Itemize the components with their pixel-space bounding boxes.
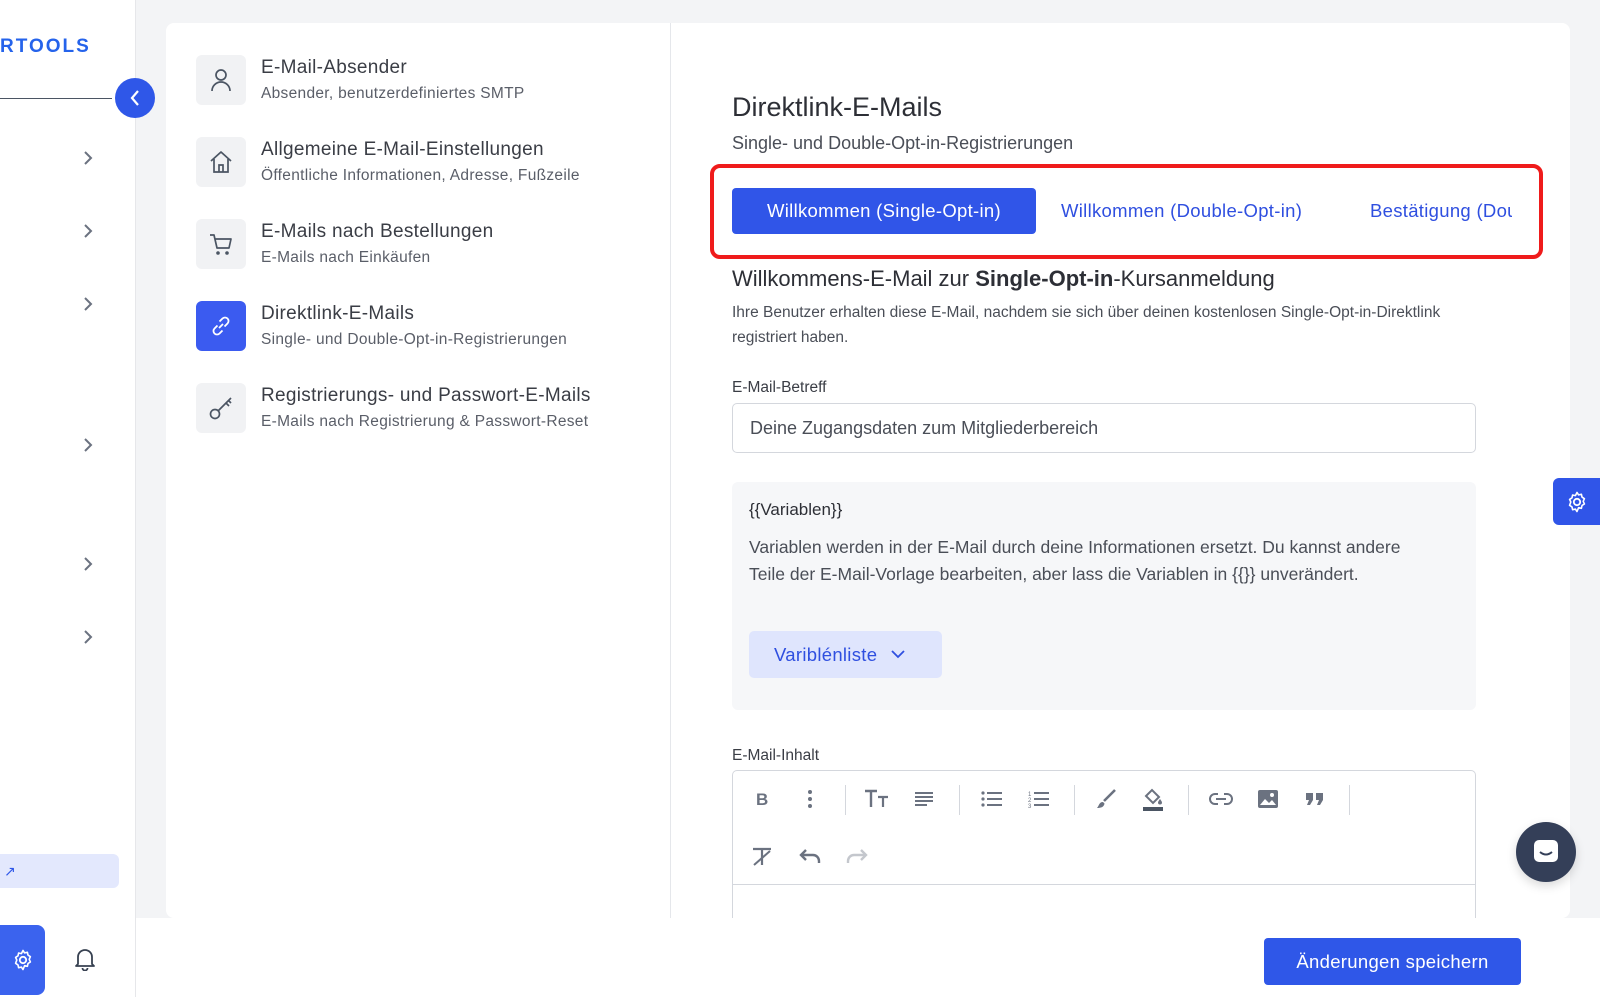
menu-item-subtitle: E-Mails nach Registrierung & Passwort-Re… <box>261 413 589 430</box>
subject-input-value: Deine Zugangsdaten zum Mitgliederbereich <box>750 417 1099 438</box>
editor-toolbar: B 123 <box>733 771 1475 827</box>
menu-item-subtitle: Absender, benutzerdefiniertes SMTP <box>261 85 525 102</box>
menu-item-registration-password-emails[interactable]: Registrierungs- und Passwort-E-Mails E-M… <box>196 383 646 435</box>
variables-list-button[interactable]: Variblénliste <box>749 631 942 678</box>
external-link-icon: ↗ <box>4 862 16 879</box>
menu-item-subtitle: Single- und Double-Opt-in-Registrierunge… <box>261 331 568 348</box>
menu-item-title: Allgemeine E-Mail-Einstellungen <box>261 139 544 160</box>
sidebar: RTOOLS ↗ <box>0 0 136 997</box>
more-vertical-icon[interactable] <box>796 785 824 813</box>
menu-item-general-settings[interactable]: Allgemeine E-Mail-Einstellungen Öffentli… <box>196 137 646 189</box>
menu-item-title: Direktlink-E-Mails <box>261 303 415 324</box>
menu-item-direct-link-emails[interactable]: Direktlink-E-Mails Single- und Double-Op… <box>196 301 646 353</box>
toolbar-separator <box>1074 785 1075 815</box>
sidebar-chevron-right-icon[interactable] <box>80 223 96 239</box>
variables-title: {{Variablen}} <box>749 500 843 519</box>
toolbar-separator <box>845 785 846 815</box>
fill-color-icon[interactable] <box>1139 785 1167 813</box>
tab-confirmation-double-opt-in[interactable]: Bestätigung (Double-Opt-in) <box>1370 188 1512 234</box>
menu-item-title: Registrierungs- und Passwort-E-Mails <box>261 385 591 406</box>
toolbar-separator <box>959 785 960 815</box>
svg-text:B: B <box>756 790 768 808</box>
brush-icon[interactable] <box>1092 785 1120 813</box>
card-divider <box>670 23 671 918</box>
insert-link-icon[interactable] <box>1207 785 1235 813</box>
toolbar-separator <box>1349 785 1350 815</box>
tab-welcome-double-opt-in[interactable]: Willkommen (Double-Opt-in) <box>1061 188 1302 234</box>
numbered-list-icon[interactable]: 123 <box>1025 785 1053 813</box>
brand-logo-text: RTOOLS <box>0 36 91 57</box>
sidebar-chevron-right-icon[interactable] <box>80 296 96 312</box>
body-label: E-Mail-Inhalt <box>732 747 819 764</box>
menu-item-subtitle: Öffentliche Informationen, Adresse, Fußz… <box>261 167 580 184</box>
svg-text:3: 3 <box>1028 804 1032 808</box>
chat-icon <box>1534 840 1558 862</box>
subject-label: E-Mail-Betreff <box>732 379 827 396</box>
page-title: Direktlink-E-Mails <box>732 92 943 122</box>
section-title: Willkommens-E-Mail zur Single-Opt-in-Kur… <box>732 266 1275 291</box>
tab-welcome-single-opt-in[interactable]: Willkommen (Single-Opt-in) <box>732 188 1036 234</box>
bullet-list-icon[interactable] <box>978 785 1006 813</box>
notifications-button[interactable] <box>72 946 98 972</box>
undo-icon[interactable] <box>796 843 824 871</box>
clear-format-icon[interactable] <box>748 843 776 871</box>
sidebar-divider <box>0 98 112 99</box>
variables-list-label: Variblénliste <box>774 643 878 665</box>
toolbar-separator <box>1188 785 1189 815</box>
cart-icon <box>196 219 246 269</box>
redo-icon[interactable] <box>843 843 871 871</box>
menu-item-order-emails[interactable]: E-Mails nach Bestellungen E-Mails nach E… <box>196 219 646 271</box>
menu-item-email-sender[interactable]: E-Mail-Absender Absender, benutzerdefini… <box>196 55 646 107</box>
gear-icon <box>14 949 31 971</box>
sidebar-collapse-button[interactable] <box>115 78 155 118</box>
sidebar-external-link[interactable]: ↗ <box>0 854 119 888</box>
font-size-icon[interactable] <box>863 785 891 813</box>
section-description: Ihre Benutzer erhalten diese E-Mail, nac… <box>732 304 1441 346</box>
align-icon[interactable] <box>910 785 938 813</box>
variables-text: Variablen werden in der E-Mail durch dei… <box>749 537 1401 584</box>
menu-item-title: E-Mails nach Bestellungen <box>261 221 494 242</box>
quote-icon[interactable] <box>1301 785 1329 813</box>
home-icon <box>196 137 246 187</box>
email-body-editor[interactable]: B 123 <box>732 770 1476 918</box>
link-icon <box>196 301 246 351</box>
variables-info-box: {{Variablen}} Variablen werden in der E-… <box>732 482 1476 710</box>
editor-toolbar-row-2 <box>733 829 1475 885</box>
page-subtitle: Single- und Double-Opt-in-Registrierunge… <box>732 133 1074 153</box>
sidebar-chevron-right-icon[interactable] <box>80 629 96 645</box>
gear-icon <box>1568 491 1585 512</box>
floating-settings-button[interactable] <box>1553 478 1600 525</box>
menu-item-subtitle: E-Mails nach Einkäufen <box>261 249 431 266</box>
bold-icon[interactable]: B <box>748 785 776 813</box>
menu-item-title: E-Mail-Absender <box>261 57 407 78</box>
save-changes-button[interactable]: Änderungen speichern <box>1264 938 1521 985</box>
image-icon[interactable] <box>1254 785 1282 813</box>
chat-widget-button[interactable] <box>1516 822 1576 882</box>
sidebar-settings-button[interactable] <box>0 925 45 995</box>
sidebar-chevron-right-icon[interactable] <box>80 150 96 166</box>
chevron-down-icon <box>891 650 905 659</box>
bell-icon <box>75 949 95 971</box>
key-icon <box>196 383 246 433</box>
subject-input[interactable]: Deine Zugangsdaten zum Mitgliederbereich <box>732 403 1476 453</box>
sidebar-chevron-right-icon[interactable] <box>80 437 96 453</box>
user-icon <box>196 55 246 105</box>
chevron-left-icon <box>130 90 139 106</box>
sidebar-chevron-right-icon[interactable] <box>80 556 96 572</box>
